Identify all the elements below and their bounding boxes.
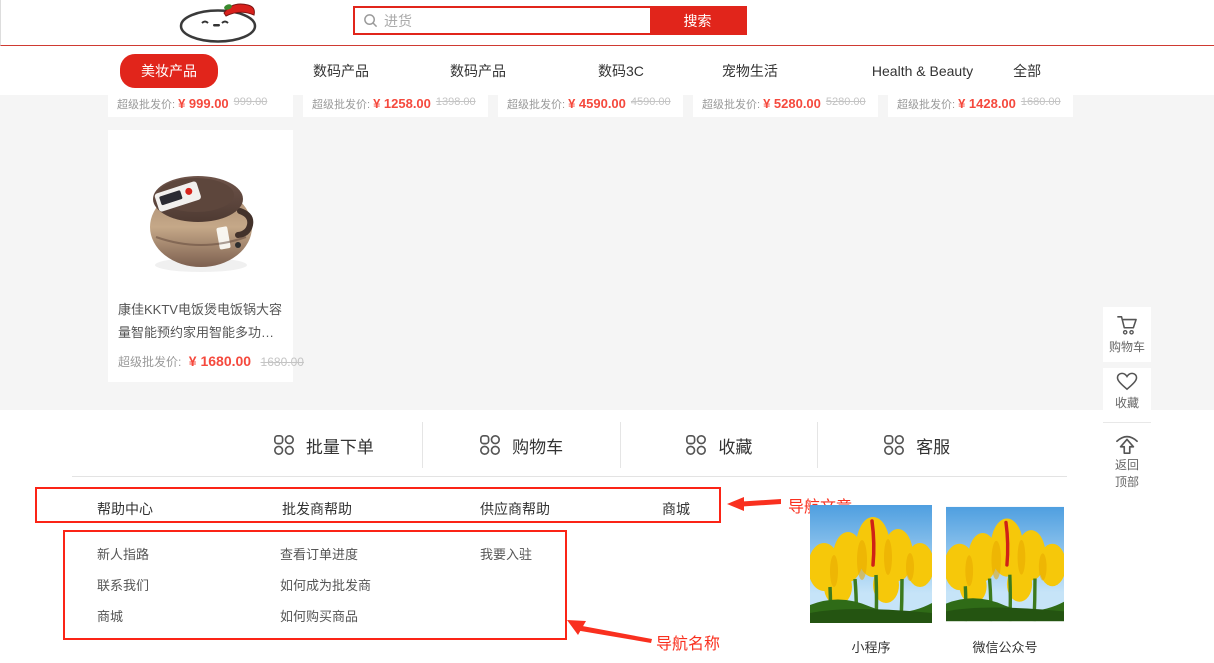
- price: ¥ 5280.00: [763, 96, 821, 111]
- old-price: 5280.00: [826, 96, 866, 108]
- float-favorites-label: 收藏: [1115, 394, 1139, 411]
- search-icon: [363, 13, 378, 28]
- grid-icon: [883, 434, 905, 456]
- footer-link-supplier-help[interactable]: 供应商帮助: [480, 499, 550, 519]
- old-price: 999.00: [234, 96, 268, 108]
- grid-icon: [685, 434, 707, 456]
- tab-all[interactable]: 全部: [1013, 61, 1041, 81]
- qr-mini-program: 小程序: [810, 505, 932, 656]
- tulip-image: [946, 505, 1064, 623]
- float-favorites-button[interactable]: 收藏: [1103, 368, 1151, 414]
- cart-icon: [1116, 315, 1138, 335]
- service-bulk-order[interactable]: 批量下单: [225, 422, 422, 468]
- product-grid-section: 超级批发价: ¥ 999.00 999.00 超级批发价: ¥ 1258.00 …: [0, 95, 1214, 410]
- back-to-top-button[interactable]: 返回 顶部: [1103, 422, 1151, 498]
- footer-link-how-to-buy[interactable]: 如何购买商品: [280, 606, 358, 625]
- tulip-image: [810, 505, 932, 623]
- footer-link-join-us[interactable]: 我要入驻: [480, 544, 532, 563]
- search-bar: 搜索: [353, 6, 747, 35]
- tab-digital-3c[interactable]: 数码3C: [598, 61, 644, 81]
- annotation-label-nav-names: 导航名称: [656, 630, 720, 654]
- grid-icon: [479, 434, 501, 456]
- service-label: 客服: [916, 433, 950, 458]
- footer-link-help-center[interactable]: 帮助中心: [97, 499, 153, 519]
- qr-label-mini-program: 小程序: [851, 637, 890, 656]
- product-card[interactable]: 超级批发价: ¥ 1258.00 1398.00: [303, 95, 488, 117]
- service-label: 批量下单: [306, 433, 374, 458]
- footer-link-newbie-guide[interactable]: 新人指路: [97, 544, 149, 563]
- mascot-logo-icon: [166, 2, 281, 44]
- price-prefix: 超级批发价:: [897, 96, 955, 112]
- product-image-rice-cooker: [108, 130, 293, 298]
- old-price: 4590.00: [631, 96, 671, 108]
- product-card[interactable]: 超级批发价: ¥ 999.00 999.00: [108, 95, 293, 117]
- price: ¥ 1258.00: [373, 96, 431, 111]
- price: ¥ 4590.00: [568, 96, 626, 111]
- price-prefix: 超级批发价:: [312, 96, 370, 112]
- grid-icon: [273, 434, 295, 456]
- service-label: 收藏: [718, 433, 752, 458]
- tab-digital-products-1[interactable]: 数码产品: [313, 61, 369, 81]
- back-to-top-label-1: 返回: [1115, 458, 1139, 472]
- heart-icon: [1116, 372, 1138, 391]
- tab-health-beauty[interactable]: Health & Beauty: [872, 63, 973, 79]
- tab-beauty-products[interactable]: 美妆产品: [120, 54, 218, 88]
- service-favorites[interactable]: 收藏: [620, 422, 818, 468]
- footer-link-wholesaler-help[interactable]: 批发商帮助: [282, 499, 352, 519]
- price-prefix: 超级批发价:: [507, 96, 565, 112]
- price-prefix: 超级批发价:: [702, 96, 760, 112]
- qr-label-wechat-official: 微信公众号: [972, 637, 1037, 656]
- service-cart[interactable]: 购物车: [422, 422, 620, 468]
- footer-link-order-progress[interactable]: 查看订单进度: [280, 544, 358, 563]
- annotation-box-nav-articles: 帮助中心 批发商帮助 供应商帮助 商城: [35, 487, 721, 523]
- price: ¥ 999.00: [178, 96, 229, 111]
- footer-link-become-wholesaler[interactable]: 如何成为批发商: [280, 575, 371, 594]
- site-header: 搜索: [0, 0, 1214, 46]
- product-card[interactable]: 超级批发价: ¥ 1428.00 1680.00: [888, 95, 1073, 117]
- product-row-cutoff: 超级批发价: ¥ 999.00 999.00 超级批发价: ¥ 1258.00 …: [108, 95, 1073, 117]
- category-nav: 美妆产品 数码产品 数码产品 数码3C 宠物生活 Health & Beauty…: [0, 46, 1214, 95]
- footer-section: 批量下单 购物车 收藏: [0, 410, 1214, 663]
- search-button[interactable]: 搜索: [650, 8, 745, 33]
- old-price: 1680.00: [1021, 96, 1061, 108]
- product-card-rice-cooker[interactable]: 康佳KKTV电饭煲电饭锅大容量智能预约家用智能多功能煮饭锅... 超级批发价: …: [108, 130, 293, 382]
- footer-link-contact-us[interactable]: 联系我们: [97, 575, 149, 594]
- old-price: 1398.00: [436, 96, 476, 108]
- annotation-arrow-articles: [727, 496, 781, 512]
- price: ¥ 1680.00: [189, 353, 251, 369]
- qr-wechat-official: 微信公众号: [946, 505, 1064, 656]
- service-label: 购物车: [512, 433, 563, 458]
- product-title[interactable]: 康佳KKTV电饭煲电饭锅大容量智能预约家用智能多功能煮饭锅...: [108, 298, 293, 344]
- price-prefix: 超级批发价:: [117, 96, 175, 112]
- footer-link-mall[interactable]: 商城: [662, 499, 690, 519]
- footer-services: 批量下单 购物车 收藏: [225, 422, 1015, 468]
- product-card[interactable]: 超级批发价: ¥ 4590.00 4590.00: [498, 95, 683, 117]
- site-logo[interactable]: [166, 2, 281, 49]
- product-card[interactable]: 超级批发价: ¥ 5280.00 5280.00: [693, 95, 878, 117]
- tab-pet-life[interactable]: 宠物生活: [722, 61, 778, 81]
- back-to-top-icon: [1115, 433, 1139, 455]
- old-price: 1680.00: [261, 355, 304, 369]
- price: ¥ 1428.00: [958, 96, 1016, 111]
- float-cart-label: 购物车: [1109, 338, 1145, 355]
- float-cart-button[interactable]: 购物车: [1103, 307, 1151, 362]
- service-customer-support[interactable]: 客服: [817, 422, 1015, 468]
- footer-link-mall-2[interactable]: 商城: [97, 606, 123, 625]
- search-input[interactable]: [384, 13, 650, 29]
- product-price-row: 超级批发价: ¥ 1680.00 1680.00: [108, 353, 293, 371]
- price-prefix: 超级批发价:: [118, 355, 181, 369]
- annotation-box-nav-names: 新人指路 联系我们 商城 查看订单进度 如何成为批发商 如何购买商品 我要入驻: [63, 530, 567, 640]
- annotation-arrow-names: [566, 617, 652, 643]
- footer-divider: [72, 476, 1067, 477]
- back-to-top-label-2: 顶部: [1115, 475, 1139, 489]
- tab-digital-products-2[interactable]: 数码产品: [450, 61, 506, 81]
